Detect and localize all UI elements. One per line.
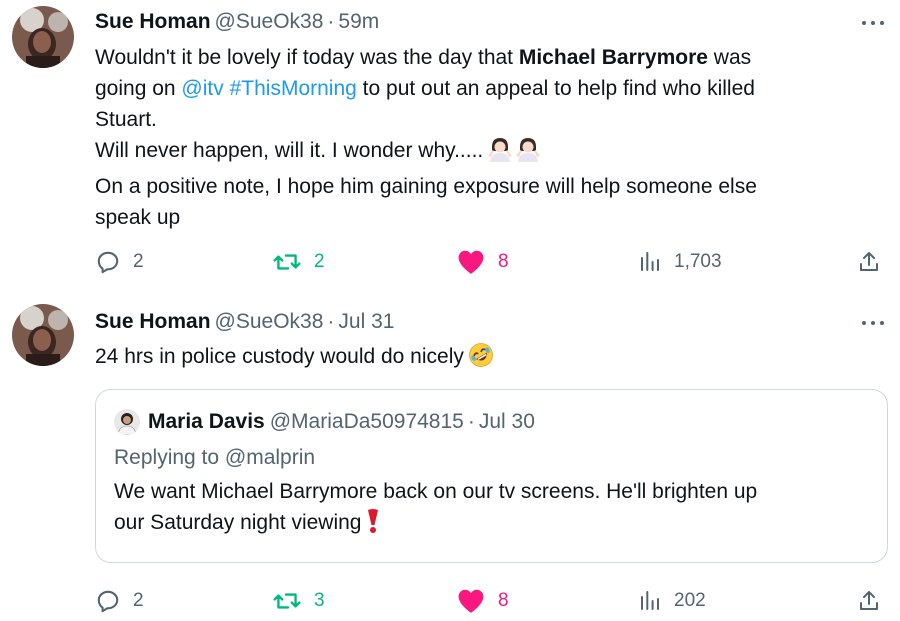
replying-to-prefix: Replying to (114, 446, 225, 469)
tweet-text-line: Stuart. (95, 108, 157, 131)
quoted-tweet-time[interactable]: Jul 30 (479, 406, 535, 438)
separator-dot: · (327, 10, 335, 33)
bold-name: Michael Barrymore (518, 46, 708, 69)
views-icon (641, 591, 659, 610)
retweet-count: 3 (314, 590, 325, 611)
quoted-author-handle[interactable]: @MariaDa50974815 (270, 406, 464, 438)
quoted-author-avatar (114, 409, 140, 435)
tweet-text: Wouldn't it be lovely if today was the d… (95, 42, 865, 233)
quoted-tweet-text: We want Michael Barrymore back on our tv… (114, 476, 874, 543)
tweet[interactable]: Sue Homan @SueOk38 · 59m Wouldn't it be lov… (0, 0, 900, 296)
separator-dot: · (467, 410, 475, 433)
tweet-text-line: On a positive note, I hope him gaining e… (95, 175, 757, 198)
share-icon (860, 252, 878, 271)
action-bar: 2 3 8 202 (0, 585, 900, 617)
share-icon (860, 591, 878, 610)
retweet-button[interactable]: 3 (272, 585, 325, 617)
quoted-text-line: We want Michael Barrymore back on our tv… (114, 480, 758, 503)
tweet-header: Sue Homan @SueOk38 · Jul 31 (95, 306, 394, 338)
author-name[interactable]: Sue Homan (95, 310, 211, 333)
like-count: 8 (498, 590, 509, 611)
quoted-tweet-header: Maria Davis @MariaDa50974815 · Jul 30 (114, 406, 535, 438)
reply-count: 2 (133, 590, 144, 611)
quoted-author-name[interactable]: Maria Davis (148, 406, 265, 438)
tweet-text-segment: to put out an appeal to help find who ki… (356, 77, 755, 100)
author-handle[interactable]: @SueOk38 (215, 10, 324, 33)
retweet-count: 2 (314, 251, 325, 272)
reply-icon (97, 251, 119, 274)
retweet-icon (273, 254, 301, 270)
mention-link[interactable]: @itv (181, 77, 223, 100)
views-button[interactable]: 1,703 (638, 246, 722, 278)
heart-icon (458, 589, 484, 613)
like-button[interactable]: 8 (456, 246, 509, 278)
avatar[interactable] (12, 6, 74, 68)
person-shrugging-emoji (487, 136, 541, 171)
view-count: 1,703 (674, 251, 722, 272)
views-button[interactable]: 202 (638, 585, 706, 617)
red-exclamation-emoji (365, 508, 381, 543)
replying-to: Replying to @malprin (114, 442, 315, 474)
tweet-text: 24 hrs in police custody would do nicely (95, 341, 865, 377)
reply-button[interactable]: 2 (95, 585, 144, 617)
tweet-text-segment: Will never happen, will it. I wonder why… (95, 139, 484, 162)
like-count: 8 (498, 251, 509, 272)
tweet-text-segment: Wouldn't it be lovely if today was the d… (95, 46, 519, 69)
replying-to-handle[interactable]: @malprin (225, 446, 315, 469)
reply-icon (97, 590, 119, 613)
tweet-text-segment: 24 hrs in police custody would do nicely (95, 345, 464, 368)
views-icon (641, 252, 659, 271)
tweet-text-segment: was (707, 46, 752, 69)
author-handle[interactable]: @SueOk38 (215, 310, 324, 333)
separator-dot: · (327, 310, 335, 333)
avatar[interactable] (12, 304, 74, 366)
quoted-text-segment: our Saturday night viewing (114, 511, 362, 534)
view-count: 202 (674, 590, 706, 611)
quoted-tweet[interactable]: Maria Davis @MariaDa50974815 · Jul 30 Reply… (95, 389, 888, 563)
tweet-text-line: speak up (95, 206, 181, 229)
tweet-time[interactable]: Jul 31 (338, 310, 394, 333)
action-bar: 2 2 8 1,703 (0, 246, 900, 278)
more-options-icon[interactable] (860, 312, 886, 334)
reply-count: 2 (133, 251, 144, 272)
tweet-text-segment: going on (95, 77, 182, 100)
retweet-icon (273, 593, 301, 609)
tweet-header: Sue Homan @SueOk38 · 59m (95, 6, 379, 38)
tweet[interactable]: Sue Homan @SueOk38 · Jul 31 24 hrs in polic… (0, 296, 900, 621)
more-options-icon[interactable] (860, 12, 886, 34)
tweet-time[interactable]: 59m (338, 10, 379, 33)
reply-button[interactable]: 2 (95, 246, 144, 278)
share-button[interactable] (857, 246, 881, 278)
retweet-button[interactable]: 2 (272, 246, 325, 278)
author-name[interactable]: Sue Homan (95, 10, 211, 33)
share-button[interactable] (857, 585, 881, 617)
heart-icon (458, 250, 484, 274)
like-button[interactable]: 8 (456, 585, 509, 617)
rolling-on-floor-laughing-emoji (468, 342, 494, 377)
hashtag-link[interactable]: #ThisMorning (230, 77, 357, 100)
